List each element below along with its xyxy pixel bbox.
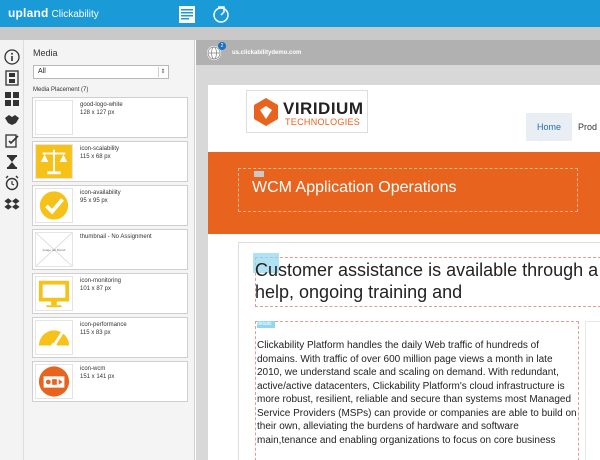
monitor-icon [35,276,73,311]
media-thumbnail [35,100,73,135]
brand-secondary: Clickability [51,9,99,20]
media-item-name: icon-scalability [80,146,120,152]
top-bar: upland Clickability [0,0,600,27]
media-item-name: thumbnail - No Assignment [80,234,152,240]
media-item-name: good-logo-white [80,102,123,108]
logo-line2: TECHNOLOGIES [285,117,361,127]
media-placement-label: Media Placement (7) [33,87,89,93]
brand-logo[interactable]: upland Clickability [8,6,99,20]
info-icon[interactable] [4,49,20,65]
body-region-tag: details [257,321,275,328]
brand-primary: upland [8,6,49,20]
media-item-dims: 95 x 95 px [80,198,108,204]
media-item[interactable]: Image not Found thumbnail - No Assignmen… [32,229,188,270]
wcm-icon [35,364,73,399]
media-panel-title: Media [33,48,58,58]
content-area: Customer assistance is available through… [238,242,600,460]
hexagon-logo-icon [254,98,278,126]
checklist-icon[interactable] [4,133,20,149]
media-filter-value: All [38,68,46,75]
notification-badge: 2 [218,42,226,50]
nav-home-link[interactable]: Home [526,113,572,141]
media-item-name: icon-performance [80,322,127,328]
media-item-dims: 151 x 141 px [80,374,115,380]
toolbar-strip [0,27,600,40]
preview-url: us.clickabilitydemo.com [232,50,302,56]
film-icon[interactable] [4,70,20,86]
page-editor-icon[interactable] [176,3,198,25]
media-filter-select[interactable]: All ⇕ [33,65,169,79]
body-text: Clickability Platform handles the daily … [257,340,577,446]
grid-icon[interactable] [4,91,20,107]
placeholder-image-icon: Image not Found [35,232,73,267]
media-panel: Media All ⇕ Media Placement (7) good-log… [24,40,195,460]
media-item[interactable]: icon-scalability 115 x 68 px [32,141,188,182]
media-item[interactable]: icon-monitoring 101 x 87 px [32,273,188,314]
lead-text: Customer assistance is available through… [255,260,600,302]
page-preview: 2 us.clickabilitydemo.com VIRIDIUM TECHN… [196,40,600,460]
media-item-name: icon-availability [80,190,121,196]
banner-title: WCM Application Operations [252,179,457,196]
site-logo[interactable]: VIRIDIUM TECHNOLOGIES [246,90,368,133]
hero-banner: WCM Application Operations [208,152,600,234]
handshake-icon[interactable] [4,112,20,128]
badge-check-icon [35,188,73,223]
scales-icon [35,144,73,179]
logo-line1: VIRIDIUM [283,99,364,118]
media-item-dims: 115 x 68 px [80,154,111,160]
side-column [585,321,600,460]
media-item-name: icon-monitoring [80,278,122,284]
region-tag [254,171,264,177]
media-item-dims: 128 x 127 px [80,110,115,116]
preview-url-bar: 2 us.clickabilitydemo.com [196,40,600,65]
site-page: VIRIDIUM TECHNOLOGIES Home Prod WCM Appl… [208,85,600,460]
media-item[interactable]: icon-availability 95 x 95 px [32,185,188,226]
nav-products-link[interactable]: Prod [578,113,600,141]
alarm-clock-icon[interactable] [4,175,20,191]
media-item[interactable]: good-logo-white 128 x 127 px [32,97,188,138]
select-arrow-icon: ⇕ [158,67,167,77]
media-item[interactable]: icon-performance 115 x 83 px [32,317,188,358]
placeholder-text: Image not Found [43,248,66,252]
media-item-name: icon-wcm [80,366,106,372]
media-item-dims: 101 x 87 px [80,286,112,292]
media-item[interactable]: icon-wcm 151 x 141 px [32,361,188,402]
dropbox-icon[interactable] [4,196,20,212]
media-icon[interactable] [210,3,232,25]
hourglass-icon[interactable] [4,154,20,170]
gauge-icon [35,320,73,355]
media-item-dims: 115 x 83 px [80,330,111,336]
icon-rail [0,40,24,460]
